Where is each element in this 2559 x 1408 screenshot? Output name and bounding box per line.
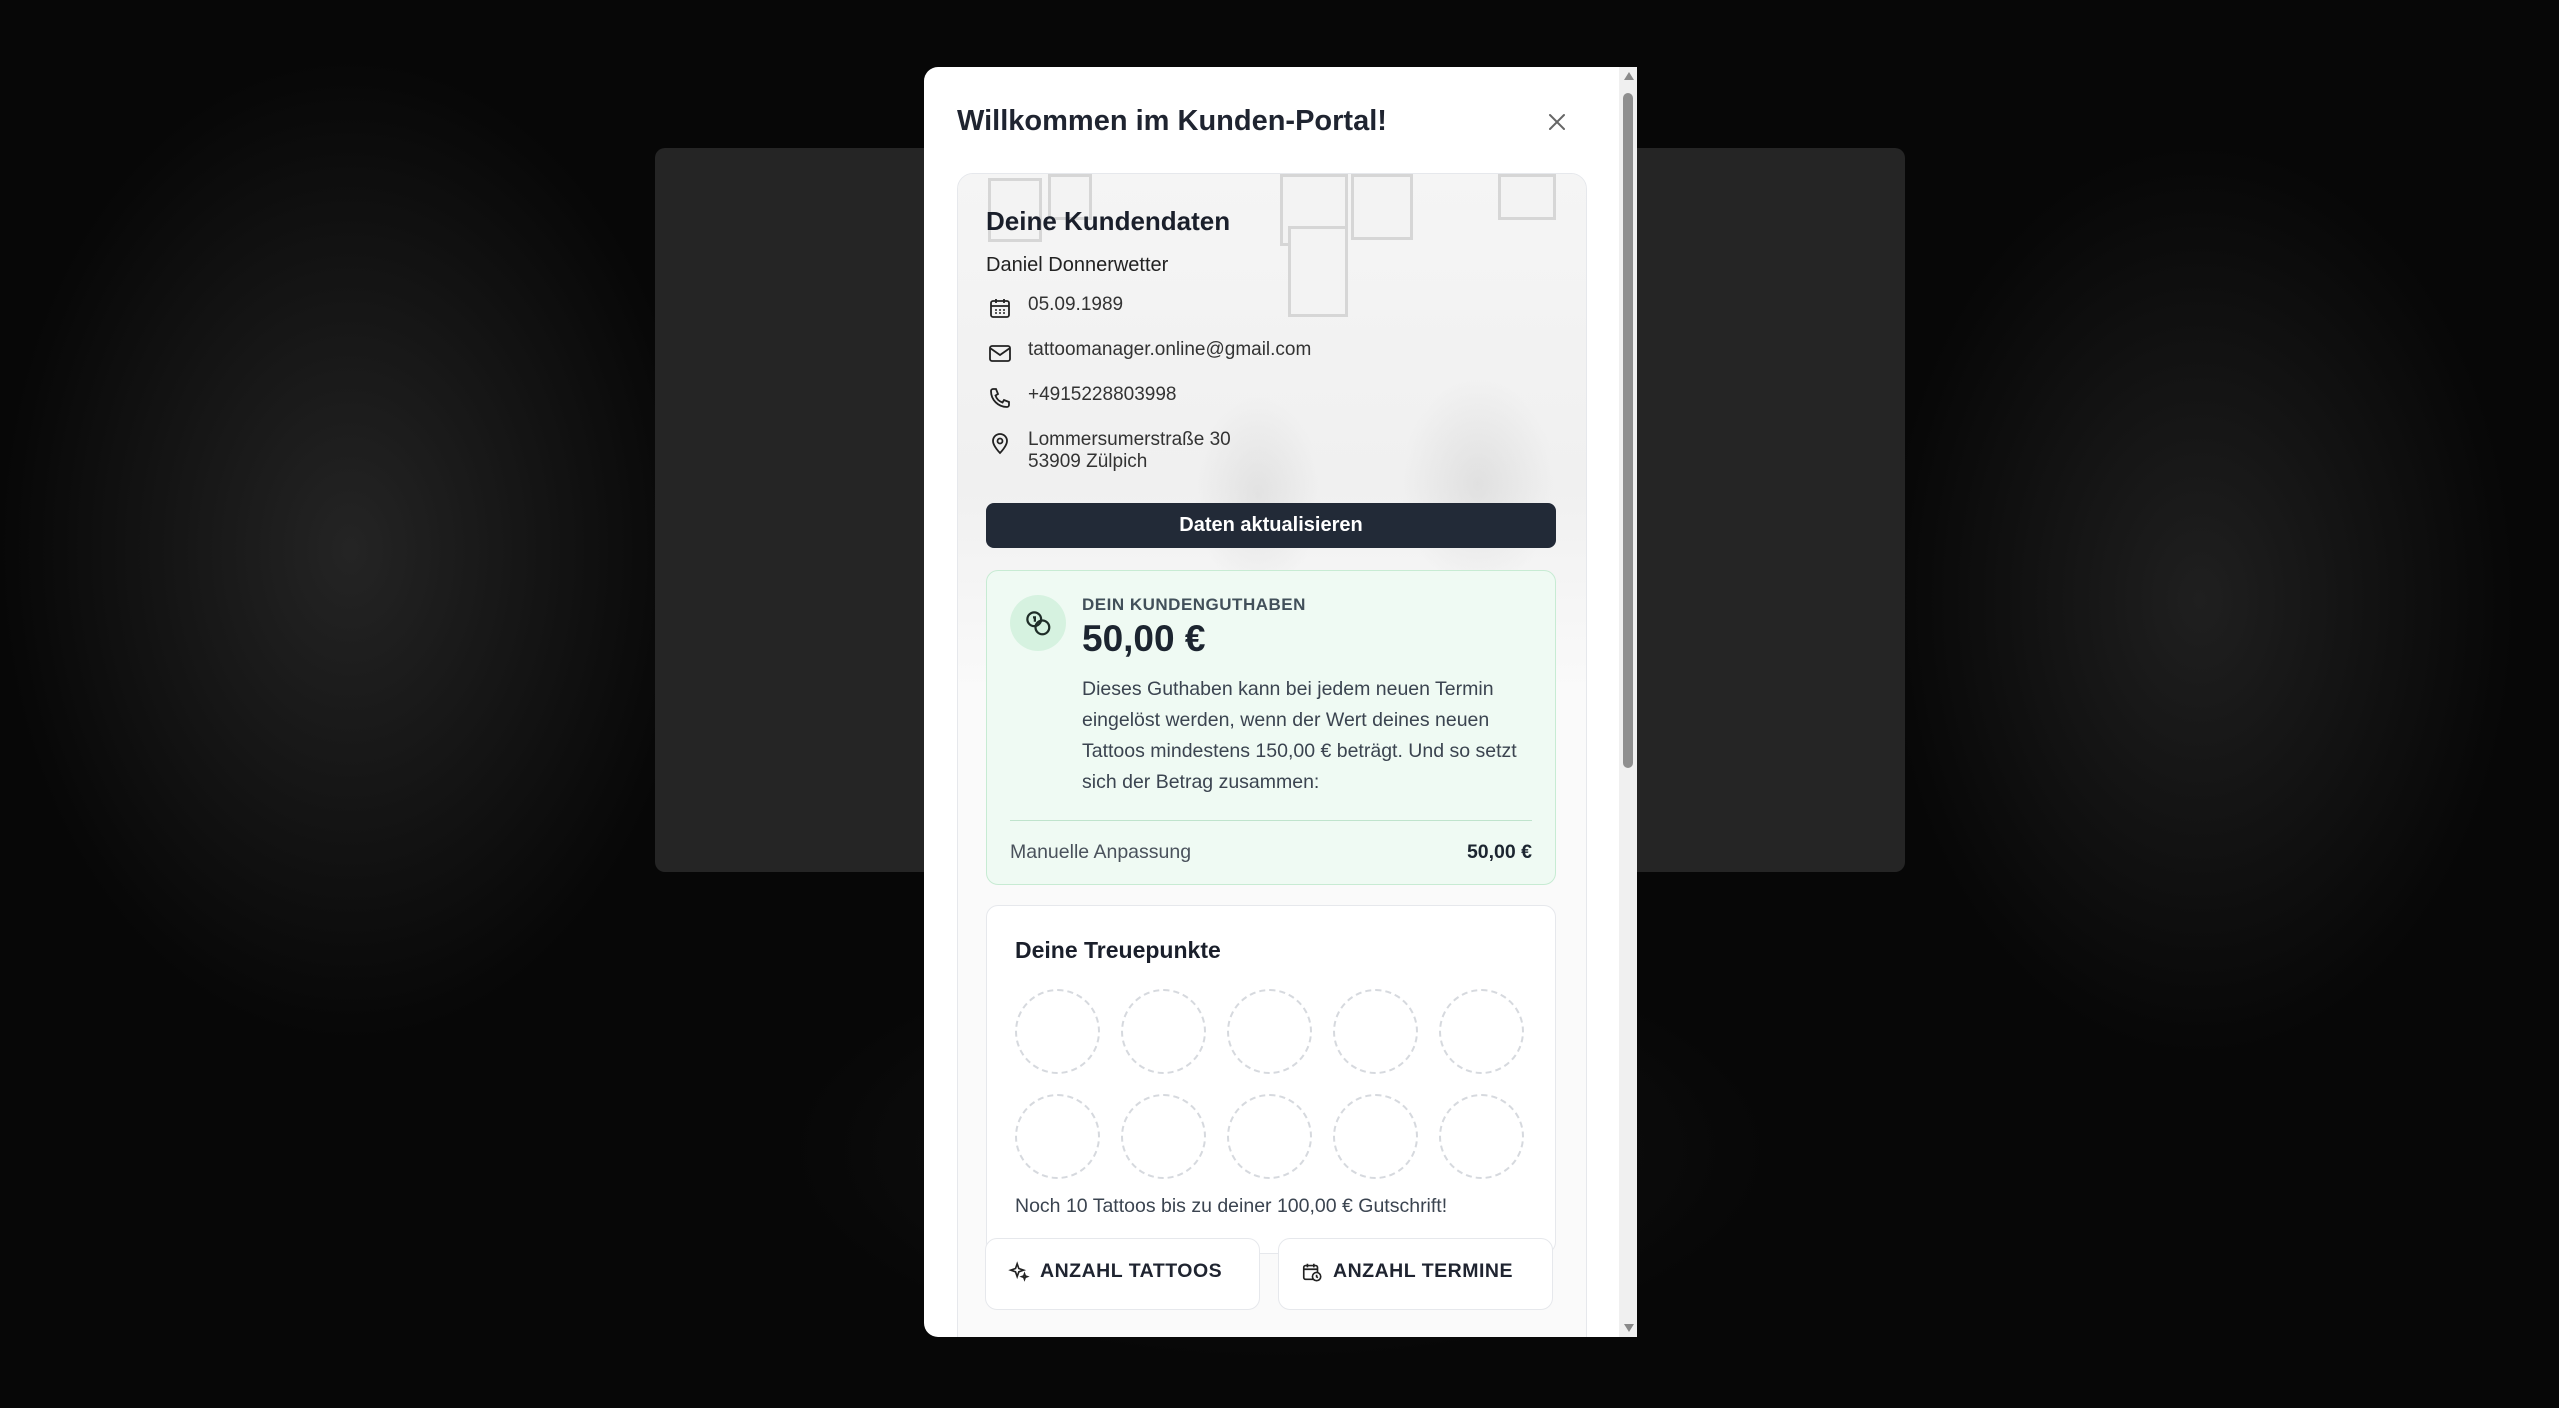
credit-description: Dieses Guthaben kann bei jedem neuen Ter…: [1082, 678, 1517, 793]
credit-divider: [1010, 820, 1532, 821]
map-pin-icon: [986, 429, 1014, 457]
loyalty-stamp: [1333, 1094, 1418, 1179]
loyalty-stamp: [1227, 989, 1312, 1074]
address-line1: Lommersumerstraße 30: [1028, 429, 1231, 450]
loyalty-stamp: [1333, 989, 1418, 1074]
close-button[interactable]: [1542, 107, 1572, 137]
customer-data-title: Deine Kundendaten: [986, 206, 1231, 236]
loyalty-card: Deine Treuepunkte Noch 10 Tattoos bis zu…: [986, 905, 1556, 1254]
wall-frame: [1288, 226, 1348, 317]
coins-icon: [1010, 595, 1066, 651]
phone-value: +4915228803998: [1028, 384, 1177, 405]
loyalty-stamp: [1439, 989, 1524, 1074]
calendar-clock-icon: [1302, 1263, 1322, 1282]
loyalty-title: Deine Treuepunkte: [1015, 937, 1221, 963]
birthdate-row: 05.09.1989: [986, 294, 1123, 322]
address-value: Lommersumerstraße 30 53909 Zülpich: [1028, 429, 1231, 473]
calendar-icon: [986, 294, 1014, 322]
loyalty-stamp: [1121, 989, 1206, 1074]
wall-frame: [1351, 174, 1413, 240]
stat-appointments-label: ANZAHL TERMINE: [1333, 1260, 1513, 1282]
stat-tattoos-label: ANZAHL TATTOOS: [1040, 1260, 1223, 1282]
birthdate-value: 05.09.1989: [1028, 294, 1124, 315]
close-icon: [1549, 114, 1565, 130]
stat-card-appointments: ANZAHL TERMINE: [1278, 1238, 1553, 1310]
sparkles-icon: [1008, 1260, 1030, 1282]
loyalty-stamp: [1015, 989, 1100, 1074]
credit-card: DEIN KUNDENGUTHABEN 50,00 € Dieses Gutha…: [986, 570, 1556, 885]
modal-content: Deine Kundendaten Daniel Donnerwetter 05…: [957, 173, 1587, 1337]
wall-frame: [1498, 174, 1556, 220]
credit-label: DEIN KUNDENGUTHABEN: [1082, 595, 1306, 614]
stat-label-tattoos: ANZAHL TATTOOS: [1008, 1260, 1222, 1283]
stat-card-tattoos: ANZAHL TATTOOS: [985, 1238, 1260, 1310]
customer-portal-modal: Willkommen im Kunden-Portal! Deine Kunde…: [924, 67, 1637, 1337]
mail-icon: [986, 339, 1014, 367]
credit-row-label: Manuelle Anpassung: [1010, 841, 1192, 863]
loyalty-stamp: [1227, 1094, 1312, 1179]
modal-scrollbar[interactable]: [1619, 67, 1637, 1337]
address-row: Lommersumerstraße 30 53909 Zülpich: [986, 429, 1231, 473]
modal-title: Willkommen im Kunden-Portal!: [957, 105, 1387, 137]
phone-icon: [986, 384, 1014, 412]
loyalty-stamp: [1121, 1094, 1206, 1179]
stat-label-appointments: ANZAHL TERMINE: [1301, 1260, 1513, 1283]
email-value: tattoomanager.online@gmail.com: [1028, 339, 1312, 360]
scroll-thumb[interactable]: [1623, 93, 1633, 768]
customer-name: Daniel Donnerwetter: [986, 254, 1169, 276]
phone-row: +4915228803998: [986, 384, 1176, 412]
loyalty-message: Noch 10 Tattoos bis zu deiner 100,00 € G…: [1015, 1195, 1448, 1217]
update-data-button[interactable]: Daten aktualisieren: [986, 503, 1556, 548]
credit-row-value: 50,00 €: [1466, 841, 1532, 863]
loyalty-stamp: [1439, 1094, 1524, 1179]
credit-amount: 50,00 €: [1082, 618, 1206, 659]
email-row: tattoomanager.online@gmail.com: [986, 339, 1311, 367]
scroll-up-arrow-icon[interactable]: [1624, 72, 1634, 80]
scroll-down-arrow-icon[interactable]: [1624, 1324, 1634, 1332]
address-line2: 53909 Zülpich: [1028, 451, 1148, 472]
loyalty-stamp: [1015, 1094, 1100, 1179]
